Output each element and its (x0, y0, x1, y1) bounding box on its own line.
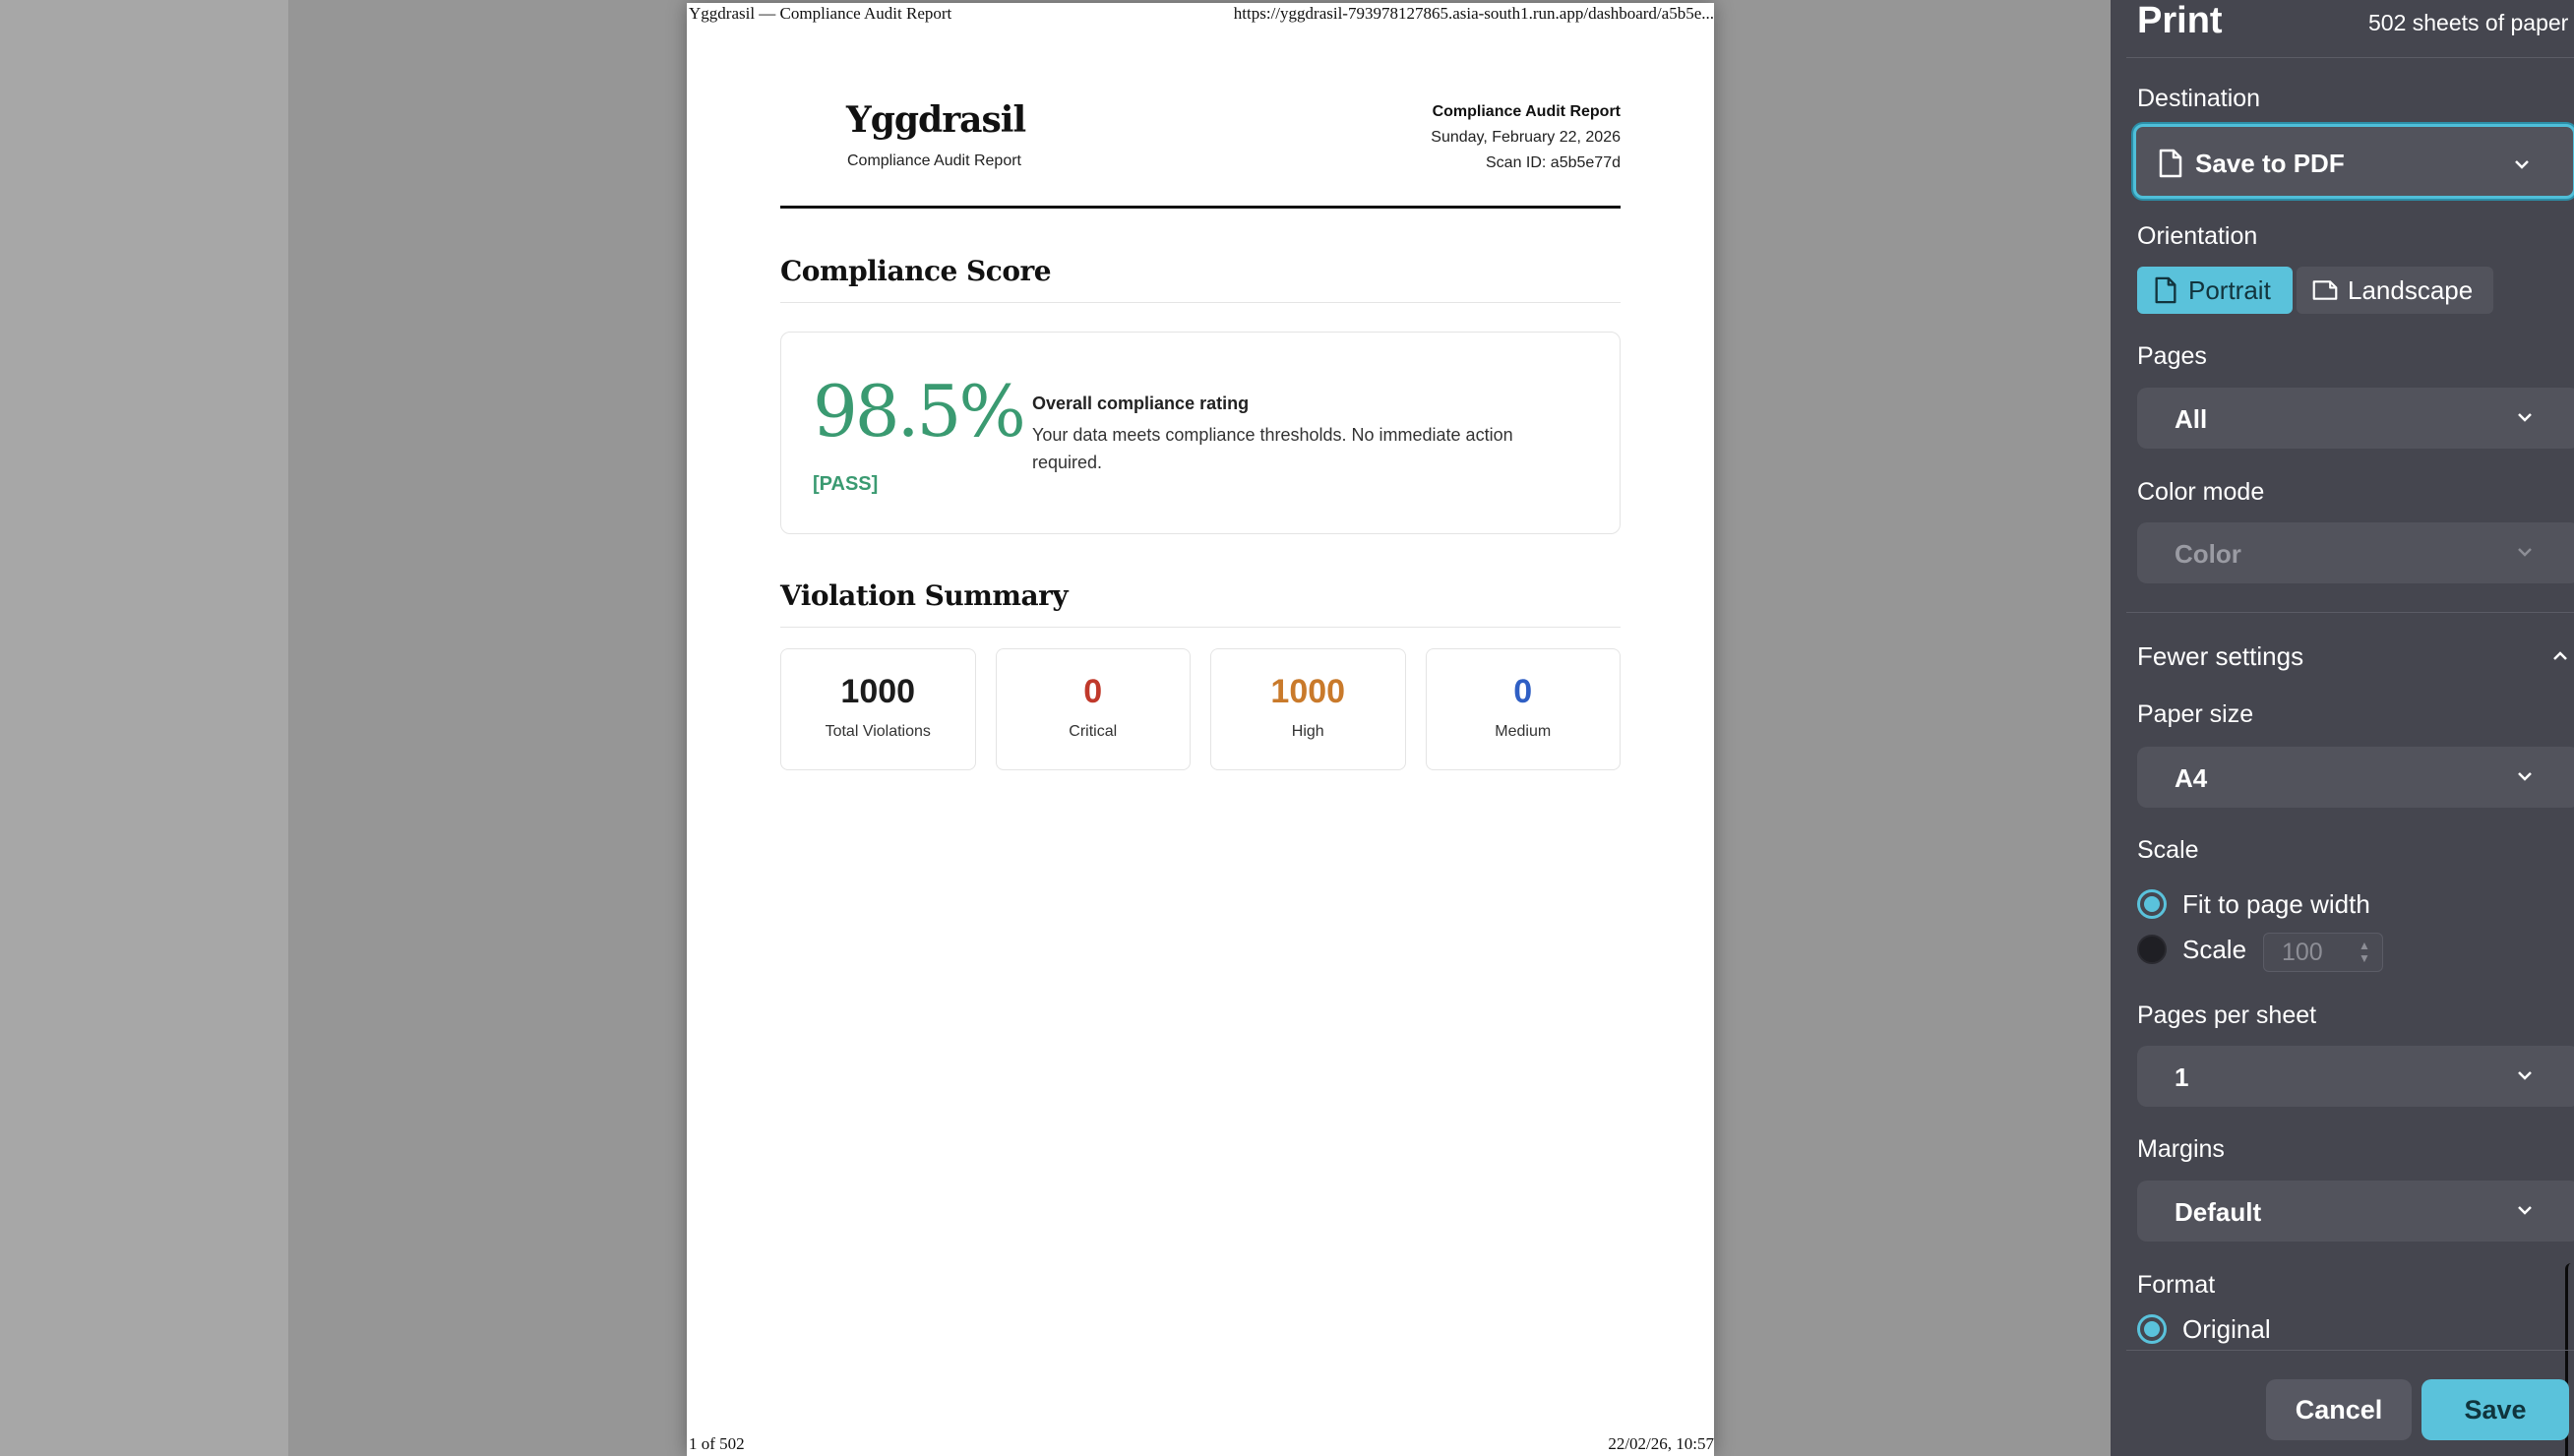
cancel-button[interactable]: Cancel (2266, 1379, 2412, 1440)
meta-date: Sunday, February 22, 2026 (1431, 129, 1621, 146)
save-button[interactable]: Save (2421, 1379, 2569, 1440)
scale-input-value: 100 (2282, 939, 2323, 966)
stat-value: 0 (1513, 673, 1533, 710)
divider (2126, 57, 2574, 58)
custom-scale-label: Scale (2182, 935, 2247, 964)
paper-size-label: Paper size (2137, 700, 2254, 728)
scale-stepper-icon[interactable]: ▲ ▼ (2358, 940, 2371, 967)
stat-label: Critical (1069, 723, 1118, 740)
pages-value: All (2175, 404, 2208, 434)
print-preview-page: Yggdrasil — Compliance Audit Report http… (687, 3, 1714, 1456)
score-section-title: Compliance Score (780, 255, 1052, 287)
pages-per-sheet-select[interactable]: 1 (2137, 1046, 2574, 1107)
color-mode-value: Color (2175, 539, 2241, 569)
fewer-settings-toggle[interactable]: Fewer settings (2137, 641, 2303, 672)
page-header-url: https://yggdrasil-793978127865.asia-sout… (1233, 4, 1714, 23)
portrait-icon (2155, 276, 2176, 304)
format-label: Format (2137, 1271, 2216, 1299)
print-settings-panel: Print 502 sheets of paper Destination Sa… (2111, 0, 2574, 1456)
chevron-up-icon[interactable] (2548, 644, 2572, 668)
backdrop-left (0, 0, 288, 1456)
paper-size-select[interactable]: A4 (2137, 747, 2574, 808)
score-status: [PASS] (813, 473, 879, 495)
format-original-radio[interactable] (2137, 1314, 2167, 1344)
violations-section-title: Violation Summary (780, 579, 1069, 612)
custom-scale-radio[interactable] (2137, 935, 2167, 964)
score-card: 98.5% [PASS] Overall compliance rating Y… (780, 332, 1621, 534)
margins-select[interactable]: Default (2137, 1181, 2574, 1242)
margins-label: Margins (2137, 1135, 2225, 1163)
sheet-count: 502 sheets of paper (2368, 10, 2569, 35)
orientation-label: Orientation (2137, 222, 2258, 250)
format-original-label: Original (2182, 1314, 2271, 1344)
destination-select[interactable]: Save to PDF (2133, 124, 2574, 199)
report-meta: Compliance Audit Report Sunday, February… (1431, 99, 1621, 176)
fit-width-radio[interactable] (2137, 889, 2167, 919)
chevron-down-icon (2518, 1071, 2532, 1080)
chevron-down-icon (2515, 160, 2529, 169)
report-brand-subtitle: Compliance Audit Report (847, 152, 1021, 169)
chevron-down-icon (2518, 1206, 2532, 1215)
stat-value: 1000 (1270, 673, 1346, 710)
pages-label: Pages (2137, 342, 2207, 370)
page-header-title: Yggdrasil — Compliance Audit Report (689, 4, 952, 23)
stat-card: 0 Critical (995, 648, 1191, 770)
stat-label: Total Violations (825, 723, 931, 740)
header-rule (780, 206, 1621, 209)
landscape-button[interactable]: Landscape (2297, 267, 2493, 314)
stat-label: High (1291, 723, 1324, 740)
divider (2126, 612, 2574, 613)
color-mode-select: Color (2137, 522, 2574, 583)
page-footer-number: 1 of 502 (689, 1434, 745, 1453)
landscape-icon (2312, 280, 2338, 300)
stat-card: 0 Medium (1425, 648, 1621, 770)
stat-value: 0 (1083, 673, 1103, 710)
chevron-down-icon (2518, 772, 2532, 781)
destination-value: Save to PDF (2195, 149, 2345, 178)
chevron-down-icon (2518, 413, 2532, 422)
report-brand: Yggdrasil (846, 99, 1026, 141)
meta-scan-id: Scan ID: a5b5e77d (1486, 154, 1621, 171)
paper-size-value: A4 (2175, 763, 2208, 793)
stat-label: Medium (1495, 723, 1552, 740)
print-title: Print (2137, 0, 2223, 41)
pages-per-sheet-label: Pages per sheet (2137, 1001, 2317, 1029)
section-divider (780, 627, 1621, 628)
landscape-label: Landscape (2348, 274, 2474, 305)
portrait-button[interactable]: Portrait (2137, 267, 2293, 314)
chevron-down-icon (2518, 548, 2532, 557)
violation-stats: 1000 Total Violations 0 Critical 1000 Hi… (780, 648, 1621, 770)
score-heading: Overall compliance rating (1032, 394, 1250, 413)
page-footer-timestamp: 22/02/26, 10:57 (1608, 1434, 1714, 1453)
meta-title: Compliance Audit Report (1432, 103, 1621, 120)
document-icon (2159, 149, 2182, 178)
scale-input[interactable]: 100 ▲ ▼ (2263, 933, 2383, 972)
portrait-label: Portrait (2188, 274, 2271, 305)
scale-label: Scale (2137, 836, 2199, 864)
stat-card: 1000 Total Violations (780, 648, 976, 770)
pages-per-sheet-value: 1 (2175, 1062, 2189, 1092)
section-divider (780, 302, 1621, 303)
fit-width-label: Fit to page width (2182, 889, 2370, 919)
score-value: 98.5% (813, 370, 1026, 453)
destination-label: Destination (2137, 85, 2261, 112)
margins-value: Default (2175, 1197, 2262, 1227)
stat-value: 1000 (840, 673, 916, 710)
stat-card: 1000 High (1210, 648, 1406, 770)
divider (2126, 1350, 2574, 1351)
color-mode-label: Color mode (2137, 478, 2265, 506)
pages-select[interactable]: All (2137, 388, 2574, 449)
score-description: Your data meets compliance thresholds. N… (1032, 425, 1513, 472)
